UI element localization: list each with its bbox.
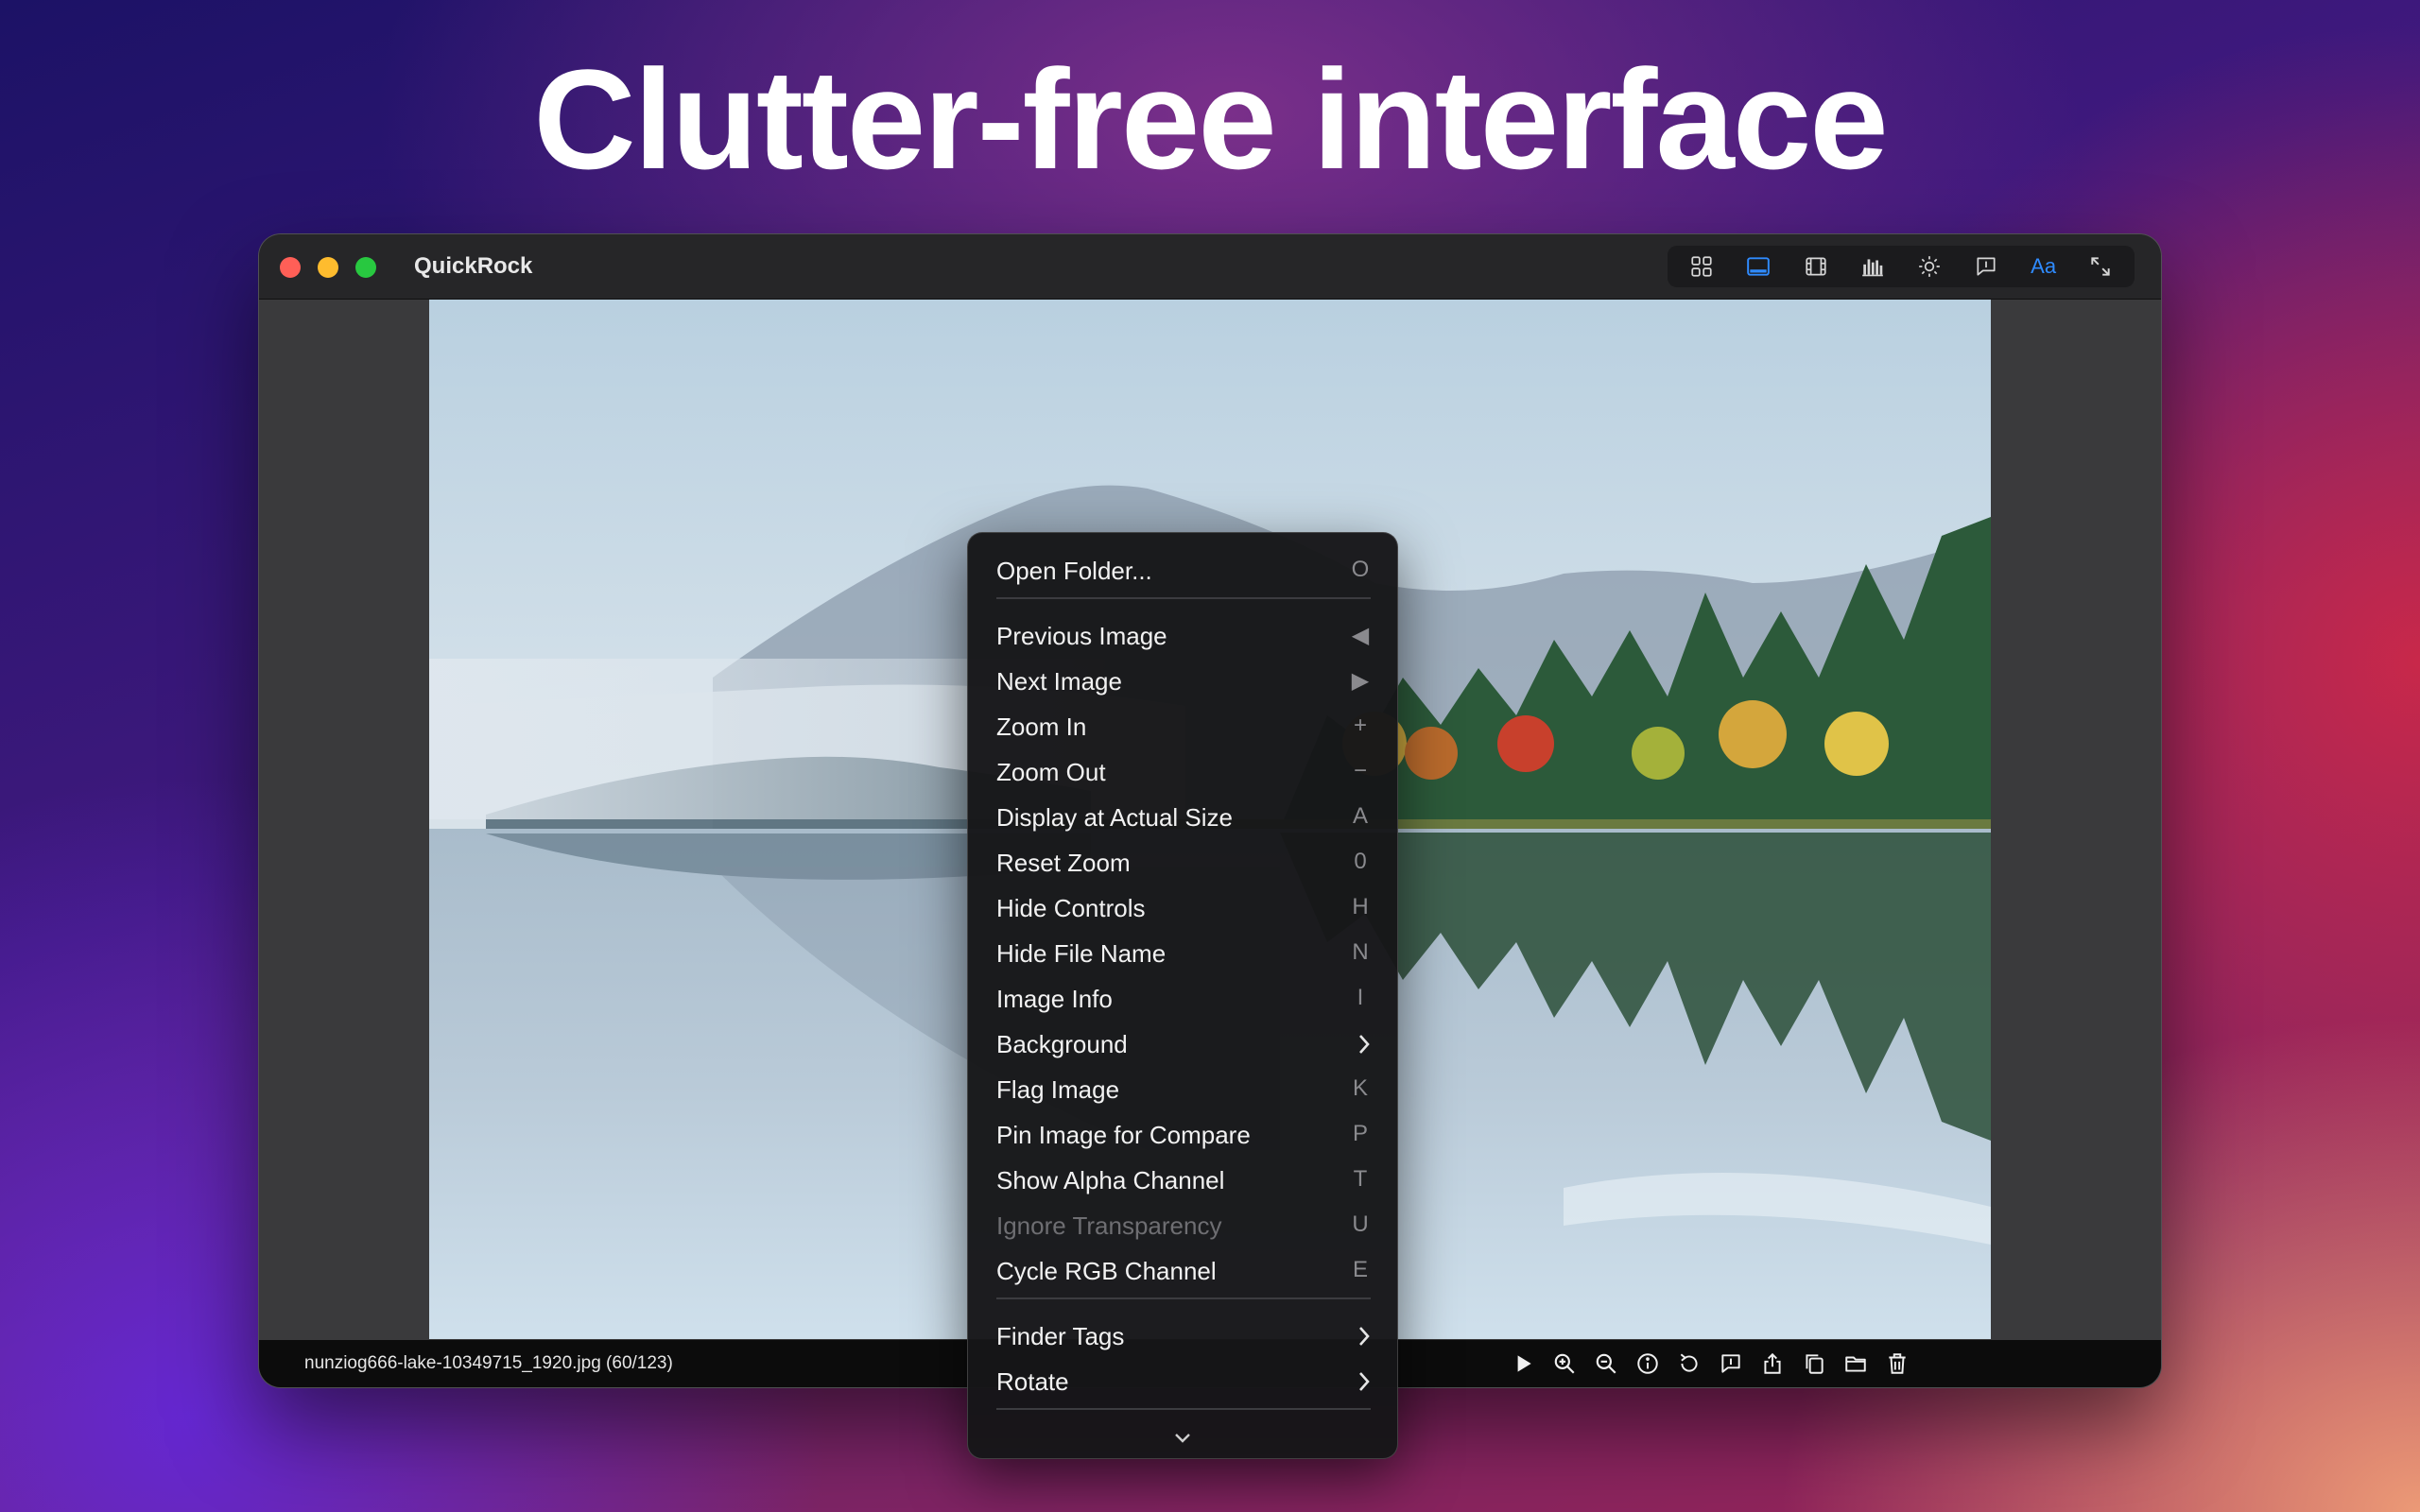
zoom-in-icon bbox=[1554, 1353, 1575, 1374]
filmstrip-panel-icon bbox=[1747, 257, 1771, 276]
menu-separator bbox=[996, 1297, 1371, 1299]
zoom-out-button[interactable] bbox=[1588, 1346, 1624, 1382]
font-icon: Aa bbox=[2031, 254, 2057, 278]
brightness-icon bbox=[1919, 256, 1940, 277]
menu-item-actual-size[interactable]: Display at Actual Size A bbox=[996, 796, 1374, 839]
comment-button[interactable] bbox=[1713, 1346, 1749, 1382]
grid-icon bbox=[1691, 256, 1712, 277]
menu-item-reset-zoom[interactable]: Reset Zoom 0 bbox=[996, 841, 1374, 885]
menu-item-open-folder[interactable]: Open Folder... O bbox=[996, 549, 1374, 593]
info-button[interactable] bbox=[1630, 1346, 1666, 1382]
menu-item-hide-file-name[interactable]: Hide File Name N bbox=[996, 932, 1374, 975]
info-icon bbox=[1637, 1353, 1658, 1374]
share-icon bbox=[1764, 1352, 1781, 1374]
menu-item-next-image[interactable]: Next Image ▶ bbox=[996, 660, 1374, 703]
trash-button[interactable] bbox=[1879, 1346, 1915, 1382]
folder-icon bbox=[1845, 1356, 1866, 1372]
brightness-button[interactable] bbox=[1909, 248, 1950, 285]
copy-button[interactable] bbox=[1796, 1346, 1832, 1382]
fullscreen-icon bbox=[2091, 257, 2110, 276]
chevron-right-icon bbox=[1359, 1372, 1370, 1391]
zoom-in-button[interactable] bbox=[1547, 1346, 1582, 1382]
film-button[interactable] bbox=[1795, 248, 1837, 285]
toolbar: Aa bbox=[1668, 246, 2135, 287]
file-name: nunziog666-lake-10349715_1920.jpg (60/12… bbox=[304, 1353, 673, 1373]
comment-icon bbox=[1721, 1354, 1740, 1373]
menu-item-finder-tags[interactable]: Finder Tags bbox=[996, 1314, 1374, 1358]
status-actions bbox=[1505, 1346, 1915, 1382]
filmstrip-panel-button[interactable] bbox=[1737, 248, 1779, 285]
slideshow-button[interactable] bbox=[1505, 1346, 1541, 1382]
menu-item-zoom-in[interactable]: Zoom In + bbox=[996, 705, 1374, 748]
share-button[interactable] bbox=[1754, 1346, 1790, 1382]
menu-item-zoom-out[interactable]: Zoom Out − bbox=[996, 750, 1374, 794]
chevron-right-icon bbox=[1359, 1327, 1370, 1346]
menu-item-ignore-transparency: Ignore Transparency U bbox=[996, 1211, 1369, 1240]
rotate-icon bbox=[1680, 1353, 1698, 1372]
menu-separator bbox=[996, 597, 1371, 599]
info-bubble-button[interactable] bbox=[1965, 248, 2007, 285]
headline: Clutter-free interface bbox=[533, 40, 1888, 198]
histogram-button[interactable] bbox=[1852, 248, 1893, 285]
chevron-down-icon[interactable] bbox=[1170, 1429, 1195, 1448]
grid-view-button[interactable] bbox=[1681, 248, 1722, 285]
histogram-icon bbox=[1862, 259, 1883, 277]
info-bubble-icon bbox=[1977, 257, 1996, 276]
zoom-out-icon bbox=[1596, 1353, 1616, 1374]
title-bar: QuickRock Aa bbox=[259, 234, 2161, 300]
film-icon bbox=[1806, 257, 1826, 276]
menu-separator bbox=[996, 1408, 1371, 1410]
minimize-button[interactable] bbox=[318, 257, 338, 278]
copy-icon bbox=[1806, 1354, 1824, 1374]
play-icon bbox=[1517, 1355, 1531, 1372]
menu-item-rotate[interactable]: Rotate bbox=[996, 1360, 1374, 1403]
open-folder-button[interactable] bbox=[1838, 1346, 1874, 1382]
rotate-button[interactable] bbox=[1671, 1346, 1707, 1382]
menu-item-flag-image[interactable]: Flag Image K bbox=[996, 1068, 1374, 1111]
menu-item-image-info[interactable]: Image Info I bbox=[996, 977, 1374, 1021]
menu-item-pin-compare[interactable]: Pin Image for Compare P bbox=[996, 1113, 1374, 1157]
menu-item-cycle-rgb[interactable]: Cycle RGB Channel E bbox=[996, 1249, 1374, 1293]
font-button[interactable]: Aa bbox=[2023, 248, 2065, 285]
menu-item-hide-controls[interactable]: Hide Controls H bbox=[996, 886, 1374, 930]
menu-item-background[interactable]: Background bbox=[996, 1022, 1374, 1066]
context-menu: Open Folder... O Previous Image ◀ Next I… bbox=[967, 532, 1398, 1459]
fullscreen-button[interactable] bbox=[2080, 248, 2121, 285]
trash-icon bbox=[1889, 1353, 1906, 1374]
zoom-button[interactable] bbox=[355, 257, 376, 278]
window-title: QuickRock bbox=[414, 253, 533, 279]
menu-item-previous-image[interactable]: Previous Image ◀ bbox=[996, 614, 1374, 658]
close-button[interactable] bbox=[280, 257, 301, 278]
chevron-right-icon bbox=[1359, 1035, 1370, 1054]
menu-item-show-alpha[interactable]: Show Alpha Channel T bbox=[996, 1159, 1374, 1202]
